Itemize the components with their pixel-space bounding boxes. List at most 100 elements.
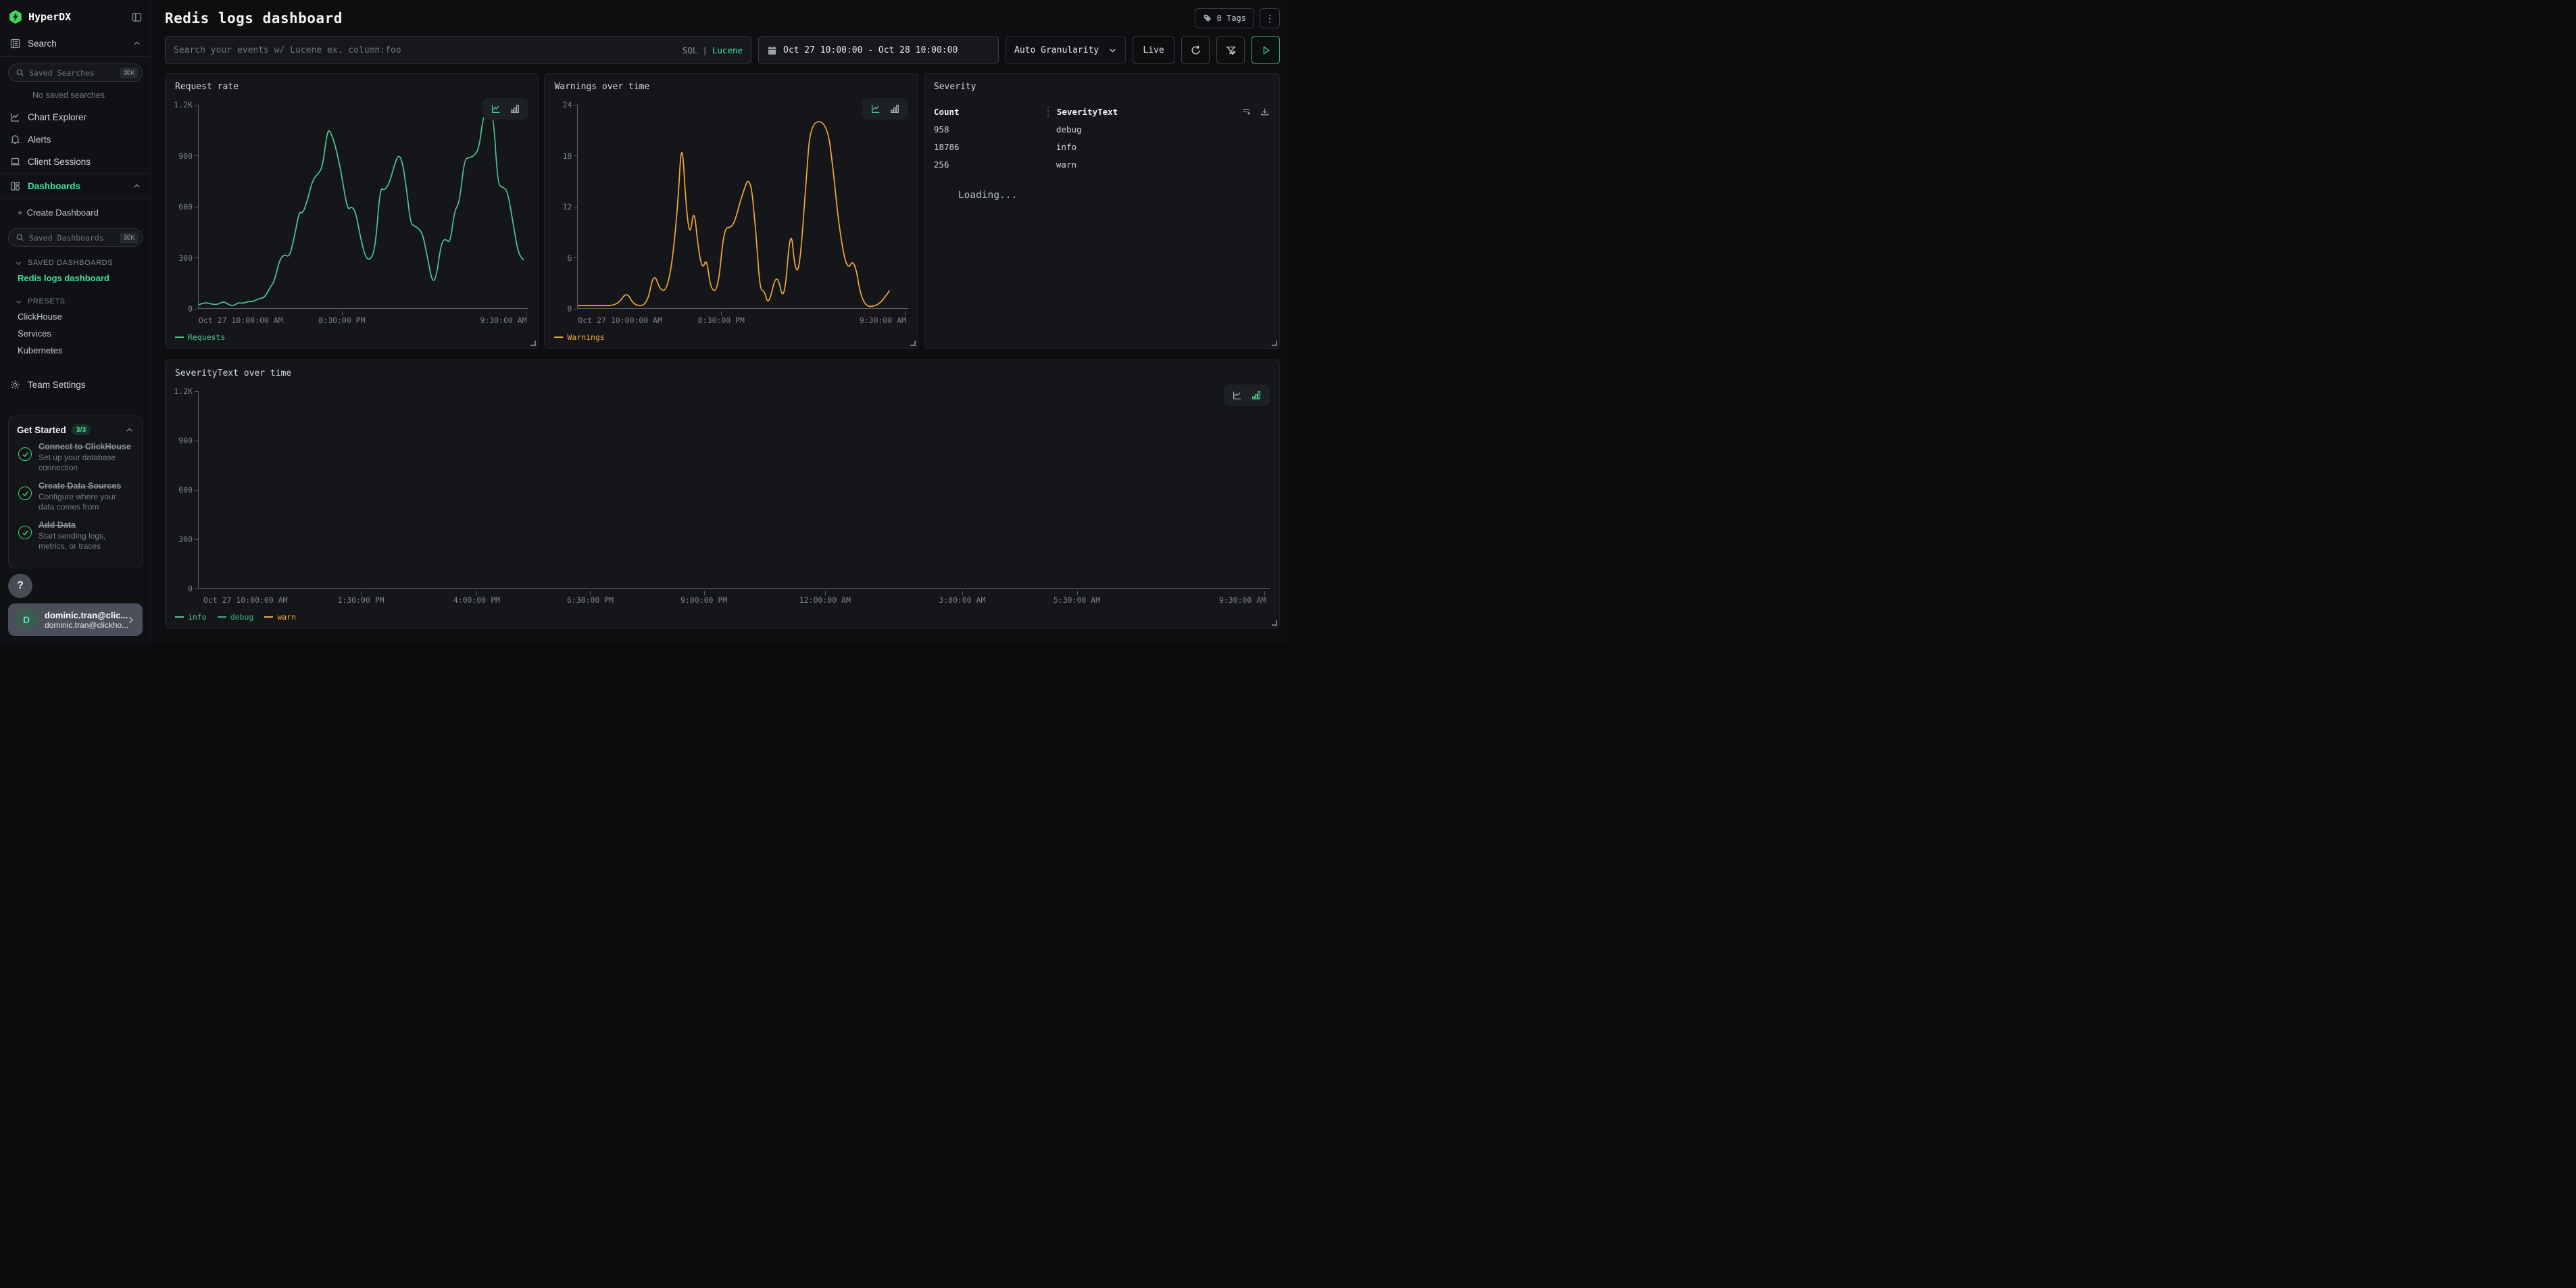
- sidebar-item-chart-explorer[interactable]: Chart Explorer: [0, 106, 151, 128]
- saved-dashboard-link[interactable]: Redis logs dashboard: [0, 270, 151, 287]
- x-tick-mark: [721, 312, 722, 316]
- help-button[interactable]: ?: [8, 574, 32, 598]
- chevron-right-icon: [126, 615, 136, 625]
- x-tick-label: 9:30:00 AM: [480, 316, 526, 325]
- x-tick-label: Oct 27 10:00:00 AM: [203, 595, 288, 605]
- filter-button[interactable]: [1216, 36, 1245, 64]
- x-tick-mark: [704, 591, 705, 595]
- legend-label: warn: [277, 612, 296, 622]
- sidebar-item-label: Client Sessions: [28, 157, 91, 167]
- preset-link-kubernetes[interactable]: Kubernetes: [0, 342, 151, 359]
- calendar-icon: [767, 45, 777, 55]
- table-actions: [1241, 107, 1270, 117]
- shortcut-badge: ⌘K: [120, 68, 139, 78]
- saved-dashboards-header[interactable]: SAVED DASHBOARDS: [0, 253, 151, 270]
- shortcut-badge: ⌘K: [120, 232, 139, 243]
- kebab-menu-icon: ⋮: [1265, 13, 1274, 24]
- get-started-card: Get Started 3/3 Connect to ClickHouse Set…: [8, 416, 143, 568]
- app-root: HyperDX Search Saved Searches ⌘K No save…: [0, 0, 1288, 644]
- cell-severitytext: debug: [1047, 124, 1270, 134]
- plot-area: [198, 105, 528, 309]
- x-tick-mark: [905, 312, 906, 316]
- sidebar-item-alerts[interactable]: Alerts: [0, 128, 151, 151]
- sidebar-item-dashboards[interactable]: Dashboards: [0, 173, 151, 199]
- legend-item[interactable]: warn: [264, 612, 296, 622]
- legend-label: Requests: [188, 332, 225, 342]
- legend-item[interactable]: Warnings: [554, 332, 604, 342]
- panel-resize-handle[interactable]: [1272, 341, 1277, 346]
- column-resize-handle[interactable]: [1047, 107, 1049, 117]
- column-header-severitytext[interactable]: SeverityText: [1057, 107, 1241, 117]
- y-axis-labels: 1.2K9006003000: [175, 391, 198, 589]
- y-tick-label: 600: [178, 202, 193, 212]
- sidebar-collapse-icon[interactable]: [131, 11, 143, 23]
- time-range-picker[interactable]: Oct 27 10:00:00 - Oct 28 10:00:00: [758, 36, 999, 64]
- live-button[interactable]: Live: [1133, 36, 1174, 64]
- chart-type-toggle[interactable]: [482, 98, 528, 120]
- search-icon: [16, 68, 24, 77]
- step-title[interactable]: Connect to ClickHouse: [39, 442, 134, 451]
- panel-warnings-over-time: Warnings over time24181260Oct 27 10:00:0…: [544, 73, 918, 349]
- chart-type-toggle[interactable]: [1224, 385, 1270, 406]
- x-tick-mark: [590, 591, 591, 595]
- legend-label: info: [188, 612, 207, 622]
- x-tick-mark: [825, 591, 826, 595]
- table-row[interactable]: 18786info: [934, 142, 1270, 152]
- y-tick-label: 0: [568, 304, 572, 314]
- get-started-steps: Connect to ClickHouse Set up your databas…: [17, 442, 134, 551]
- legend-item[interactable]: Requests: [175, 332, 225, 342]
- sidebar-item-client-sessions[interactable]: Client Sessions: [0, 151, 151, 173]
- chart-line-icon: [9, 112, 21, 123]
- sql-toggle[interactable]: SQL: [683, 45, 698, 55]
- panel-resize-handle[interactable]: [910, 341, 916, 346]
- sidebar-item-team-settings[interactable]: Team Settings: [0, 374, 151, 396]
- lucene-toggle[interactable]: Lucene: [712, 45, 743, 55]
- sidebar-nav: Chart Explorer Alerts Client Sessions: [0, 106, 151, 173]
- x-tick-mark: [476, 591, 477, 595]
- presets-header[interactable]: PRESETS: [0, 292, 151, 308]
- legend-item[interactable]: info: [175, 612, 207, 622]
- granularity-select[interactable]: Auto Granularity: [1006, 36, 1126, 64]
- saved-dashboards-list: Redis logs dashboard: [0, 270, 151, 287]
- legend-label: debug: [230, 612, 254, 622]
- step-title[interactable]: Add Data: [39, 520, 134, 530]
- step-title[interactable]: Create Data Sources: [39, 481, 134, 491]
- x-axis-labels: Oct 27 10:00:00 AM8:30:00 PM9:30:00 AM: [198, 316, 528, 326]
- x-axis-labels: Oct 27 10:00:00 AM8:30:00 PM9:30:00 AM: [577, 316, 908, 326]
- chart-area: 1.2K9006003000: [175, 391, 1270, 589]
- tags-button[interactable]: 0 Tags: [1195, 8, 1254, 28]
- saved-dashboards-input[interactable]: Saved Dashboards ⌘K: [8, 228, 143, 247]
- download-icon[interactable]: [1260, 107, 1270, 117]
- user-menu[interactable]: D dominic.tran@clic... dominic.tran@clic…: [8, 603, 143, 636]
- more-options-button[interactable]: ⋮: [1260, 8, 1280, 28]
- x-tick-mark: [962, 591, 963, 595]
- preset-link-services[interactable]: Services: [0, 325, 151, 342]
- plus-icon: +: [18, 207, 23, 218]
- create-dashboard-button[interactable]: +Create Dashboard: [0, 203, 151, 222]
- table-row[interactable]: 256warn: [934, 159, 1270, 170]
- bar-chart-icon: [510, 103, 520, 114]
- swap-rows-icon[interactable]: [1241, 107, 1252, 117]
- step-description: Configure where your data comes from: [39, 492, 134, 512]
- tag-icon: [1203, 14, 1212, 23]
- legend-item[interactable]: debug: [218, 612, 254, 622]
- chart-legend: Requests: [175, 332, 225, 342]
- sidebar-item-search[interactable]: Search: [0, 31, 151, 57]
- step-description: Set up your database connection: [39, 453, 134, 473]
- column-header-count[interactable]: Count: [934, 107, 1047, 117]
- event-search-input[interactable]: Search your events w/ Lucene ex. column:…: [165, 36, 751, 64]
- get-started-progress-badge: 3/3: [72, 424, 91, 435]
- run-query-button[interactable]: [1252, 36, 1280, 64]
- sidebar-item-label: Alerts: [28, 134, 51, 145]
- get-started-header[interactable]: Get Started 3/3: [17, 424, 134, 435]
- y-tick-label: 18: [563, 151, 572, 161]
- refresh-button[interactable]: [1181, 36, 1210, 64]
- chevron-down-icon: [1108, 46, 1117, 55]
- panel-resize-handle[interactable]: [530, 341, 536, 346]
- chart-type-toggle[interactable]: [862, 98, 908, 120]
- granularity-value: Auto Granularity: [1014, 45, 1099, 55]
- saved-searches-input[interactable]: Saved Searches ⌘K: [8, 64, 143, 82]
- panel-resize-handle[interactable]: [1272, 620, 1277, 626]
- table-row[interactable]: 958debug: [934, 124, 1270, 134]
- preset-link-clickhouse[interactable]: ClickHouse: [0, 308, 151, 325]
